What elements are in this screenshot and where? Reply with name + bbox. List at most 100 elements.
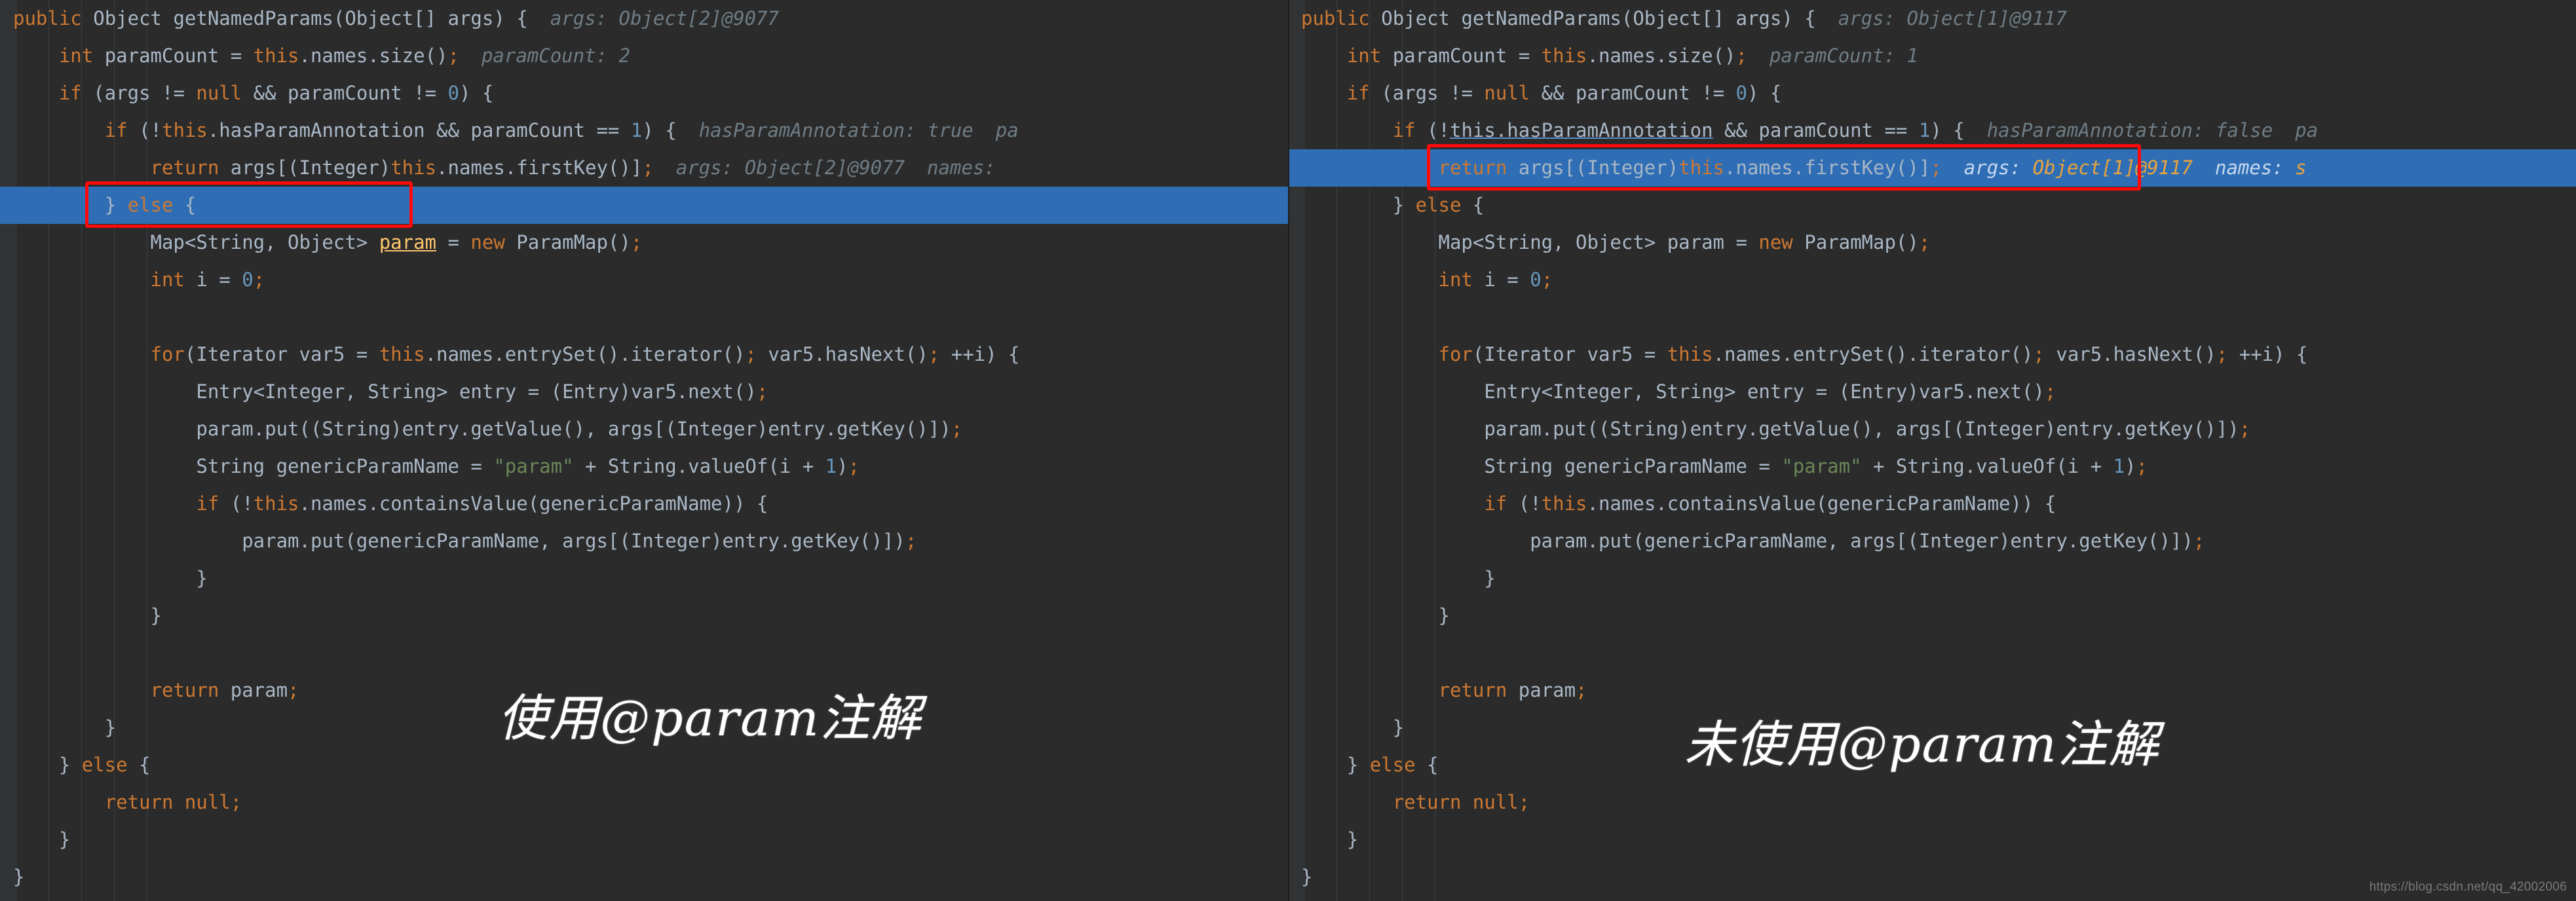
code-token: this — [1541, 45, 1587, 67]
code-line[interactable]: public Object getNamedParams(Object[] ar… — [1288, 0, 2576, 37]
code-line[interactable]: return null; — [0, 784, 1288, 821]
code-line[interactable]: return args[(Integer)this.names.firstKey… — [1288, 149, 2576, 187]
code-line[interactable]: return null; — [1288, 784, 2576, 821]
code-token: paramCount = — [93, 45, 254, 67]
code-line[interactable]: Entry<Integer, String> entry = (Entry)va… — [1288, 373, 2576, 411]
code-line[interactable]: param.put(genericParamName, args[(Intege… — [1288, 523, 2576, 560]
code-token: } — [58, 828, 71, 851]
code-token: } — [196, 567, 208, 589]
code-line[interactable]: param.put(genericParamName, args[(Intege… — [0, 523, 1288, 560]
code-token: param — [379, 231, 437, 253]
code-line[interactable]: } — [1288, 560, 2576, 597]
code-line[interactable]: int i = 0; — [0, 261, 1288, 299]
code-token: var5.hasNext() — [2044, 343, 2216, 365]
code-token: else — [81, 754, 128, 776]
code-line[interactable]: Map<String, Object> param = new ParamMap… — [0, 224, 1288, 261]
code-line[interactable]: } else { — [0, 187, 1288, 224]
code-line[interactable]: param.put((String)entry.getValue(), args… — [1288, 411, 2576, 448]
code-line[interactable]: for(Iterator var5 = this.names.entrySet(… — [0, 336, 1288, 373]
code-line[interactable]: String genericParamName = "param" + Stri… — [1288, 448, 2576, 485]
code-line[interactable]: if (!this.hasParamAnnotation && paramCou… — [1288, 112, 2576, 149]
code-content-left[interactable]: public Object getNamedParams(Object[] ar… — [0, 0, 1288, 901]
code-line[interactable]: } — [0, 821, 1288, 858]
code-token: String genericParamName = — [196, 455, 494, 477]
code-token: ; — [2033, 343, 2045, 365]
code-token: 1 — [825, 455, 837, 477]
code-line[interactable]: } else { — [1288, 187, 2576, 224]
code-line[interactable]: int paramCount = this.names.size(); param… — [0, 37, 1288, 75]
code-token: param.put(genericParamName, args[(Intege… — [242, 530, 905, 552]
code-token: + String.valueOf(i + — [1861, 455, 2113, 477]
code-line[interactable]: } — [0, 858, 1288, 896]
code-token: ; — [745, 343, 757, 365]
code-line[interactable] — [1288, 634, 2576, 672]
code-line[interactable]: if (!this.hasParamAnnotation && paramCou… — [0, 112, 1288, 149]
code-token: if — [1484, 492, 1507, 515]
pane-divider[interactable] — [1288, 0, 1289, 901]
code-token: ; — [2044, 380, 2056, 403]
code-line[interactable]: Entry<Integer, String> entry = (Entry)va… — [0, 373, 1288, 411]
debugger-hint-label: paramCount: — [1769, 45, 1896, 67]
code-line[interactable]: } — [0, 597, 1288, 634]
code-token: } — [1346, 754, 1370, 776]
code-line[interactable] — [0, 299, 1288, 336]
debugger-hint-value: 2 — [618, 45, 630, 67]
code-line[interactable]: if (args != null && paramCount != 0) { — [1288, 75, 2576, 112]
code-token: 1 — [2113, 455, 2125, 477]
code-token: Object getNamedParams(Object[] args) { — [1381, 7, 1816, 29]
code-line[interactable]: } — [1288, 597, 2576, 634]
code-token: 0 — [1530, 268, 1542, 291]
code-token: if — [104, 119, 128, 141]
debugger-hint-label: pa — [2295, 119, 2319, 141]
code-token: { — [1415, 754, 1439, 776]
code-line[interactable]: Map<String, Object> param = new ParamMap… — [1288, 224, 2576, 261]
code-line[interactable]: param.put((String)entry.getValue(), args… — [0, 411, 1288, 448]
debugger-hint-value: s — [2295, 156, 2307, 179]
code-line[interactable]: if (!this.names.containsValue(genericPar… — [0, 485, 1288, 523]
code-line[interactable] — [0, 634, 1288, 672]
code-line[interactable]: if (args != null && paramCount != 0) { — [0, 75, 1288, 112]
editor-pane-right[interactable]: public Object getNamedParams(Object[] ar… — [1288, 0, 2576, 901]
code-line[interactable]: int i = 0; — [1288, 261, 2576, 299]
code-token: && paramCount == — [1713, 119, 1919, 141]
code-line[interactable]: } — [0, 560, 1288, 597]
code-token: 1 — [630, 119, 643, 141]
code-token: ParamMap() — [504, 231, 631, 253]
caption-left: 使用@param注解 — [498, 689, 922, 747]
code-line[interactable]: int paramCount = this.names.size(); param… — [1288, 37, 2576, 75]
code-token: 0 — [1735, 82, 1747, 104]
code-token: args[(Integer) — [219, 156, 391, 179]
code-token: ; — [2216, 343, 2228, 365]
code-token: ; — [756, 380, 768, 403]
code-line[interactable] — [1288, 299, 2576, 336]
code-line[interactable]: return args[(Integer)this.names.firstKey… — [0, 149, 1288, 187]
code-token: 0 — [242, 268, 254, 291]
code-token: this.hasParamAnnotation — [1450, 119, 1713, 141]
code-line[interactable]: public Object getNamedParams(Object[] ar… — [0, 0, 1288, 37]
code-line[interactable]: for(Iterator var5 = this.names.entrySet(… — [1288, 336, 2576, 373]
code-line[interactable]: String genericParamName = "param" + Stri… — [0, 448, 1288, 485]
code-line[interactable]: if (!this.names.containsValue(genericPar… — [1288, 485, 2576, 523]
editor-pane-left[interactable]: public Object getNamedParams(Object[] ar… — [0, 0, 1288, 901]
code-token: else — [1369, 754, 1416, 776]
code-line[interactable]: } — [1288, 821, 2576, 858]
debugger-hint-value: false — [2215, 119, 2273, 141]
code-token: param.put((String)entry.getValue(), args… — [196, 418, 951, 440]
code-line[interactable]: } else { — [0, 746, 1288, 784]
code-token: ; — [288, 679, 299, 701]
code-token: && paramCount != — [242, 82, 448, 104]
code-token: .names.size() — [1587, 45, 1736, 67]
